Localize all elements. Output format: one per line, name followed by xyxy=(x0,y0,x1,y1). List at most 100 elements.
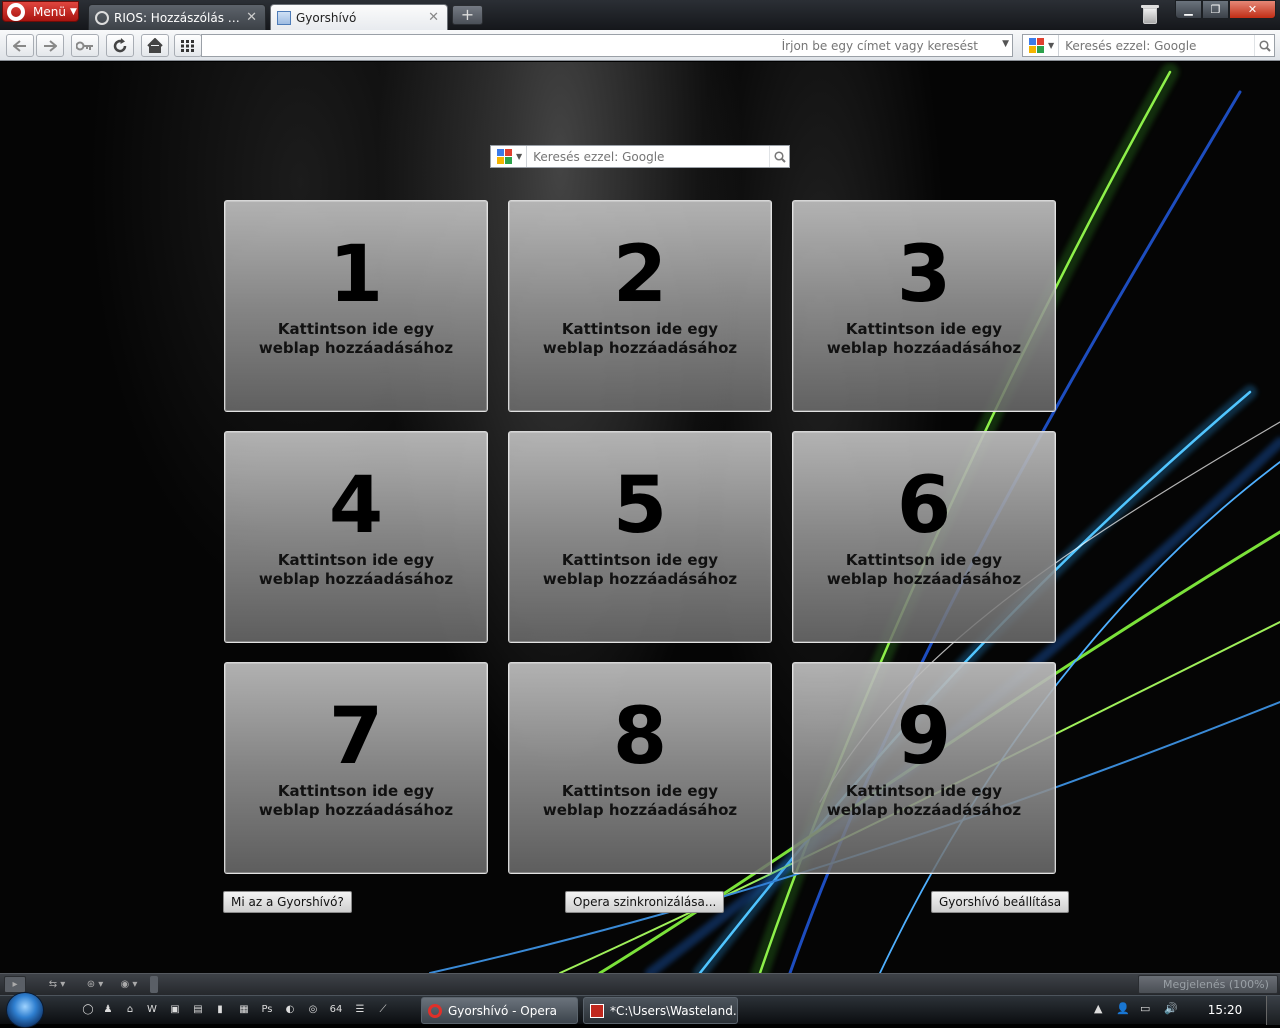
reload-icon xyxy=(113,37,127,52)
trash-icon[interactable] xyxy=(1141,3,1159,25)
tab-rios[interactable]: RIOS: Hozzászólás szer... ✕ xyxy=(88,4,266,30)
app-quicklaunch-icon[interactable]: ▦ xyxy=(236,1002,252,1018)
tab-bar: Menü ▼ RIOS: Hozzászólás szer... ✕ Gyors… xyxy=(0,0,1280,30)
network-user-icon[interactable]: 👤 xyxy=(1116,1002,1130,1015)
app-quicklaunch-icon[interactable]: ⌂ xyxy=(122,1002,138,1018)
google-icon xyxy=(497,148,513,165)
speed-dial-tile-1[interactable]: 1 Kattintson ide egy weblap hozzáadásáho… xyxy=(224,200,488,412)
page-favicon-icon xyxy=(95,10,109,25)
forward-button[interactable] xyxy=(36,34,64,57)
tile-number: 3 xyxy=(896,230,952,320)
speed-dial-tile-8[interactable]: 8 Kattintson ide egy weblap hozzáadásáho… xyxy=(508,662,772,874)
windows-taskbar: ◯ ♟ ⌂ W ▣ ▤ ▮ ▦ Ps ◐ ◎ 64 ☰ ⟋ Gyorshívó … xyxy=(0,992,1280,1028)
search-engine-selector[interactable]: ▼ xyxy=(1023,35,1060,56)
tile-caption: Kattintson ide egy weblap hozzáadásához xyxy=(258,320,454,357)
toolbar-search-input[interactable] xyxy=(1059,35,1254,56)
show-desktop-button[interactable] xyxy=(1266,996,1280,1025)
speed-dial-button[interactable] xyxy=(174,34,202,57)
toolbar-search[interactable]: ▼ xyxy=(1022,34,1275,57)
editor-icon xyxy=(590,1003,604,1018)
tile-caption: Kattintson ide egy weblap hozzáadásához xyxy=(258,551,454,588)
app-quicklaunch-icon[interactable]: ▣ xyxy=(167,1002,183,1018)
chevron-down-icon: ▼ xyxy=(1048,41,1055,50)
opera-logo-icon xyxy=(7,2,25,21)
speed-dial-tile-4[interactable]: 4 Kattintson ide egy weblap hozzáadásáho… xyxy=(224,431,488,643)
speed-dial-tile-5[interactable]: 5 Kattintson ide egy weblap hozzáadásáho… xyxy=(508,431,772,643)
zoom-label: Megjelenés (100%) xyxy=(1163,978,1269,991)
opera-sync-button[interactable]: Opera szinkronizálása... xyxy=(565,891,725,913)
app-quicklaunch-icon[interactable]: ☰ xyxy=(352,1002,368,1018)
photoshop-quicklaunch-icon[interactable]: Ps xyxy=(259,1002,275,1018)
tile-caption: Kattintson ide egy weblap hozzáadásához xyxy=(542,320,738,357)
taskbar-item-editor[interactable]: *C:\Users\Wasteland... xyxy=(583,997,738,1024)
speed-dial-settings-button[interactable]: Gyorshívó beállítása xyxy=(931,891,1070,913)
speed-dial-tile-2[interactable]: 2 Kattintson ide egy weblap hozzáadásáho… xyxy=(508,200,772,412)
chevron-down-icon: ▼ xyxy=(516,152,523,161)
search-icon[interactable] xyxy=(1254,35,1274,56)
opera-quicklaunch-icon[interactable]: ◯ xyxy=(80,1002,96,1018)
tile-number: 2 xyxy=(612,230,668,320)
close-window-button[interactable]: ✕ xyxy=(1229,0,1276,19)
network-icon[interactable]: ▭ xyxy=(1140,1002,1150,1015)
menu-label: Menü xyxy=(33,4,66,19)
search-icon[interactable] xyxy=(769,146,789,167)
home-button[interactable] xyxy=(141,34,169,57)
unite-icon[interactable]: ⊛ ▾ xyxy=(78,976,112,993)
speed-dial-tile-9[interactable]: 9 Kattintson ide egy weblap hozzáadásáho… xyxy=(792,662,1056,874)
tile-caption: Kattintson ide egy weblap hozzáadásához xyxy=(258,782,454,819)
search-engine-selector[interactable]: ▼ xyxy=(491,146,528,167)
minimize-button[interactable]: ▁ xyxy=(1175,0,1202,19)
back-button[interactable] xyxy=(6,34,34,57)
speed-dial-tile-6[interactable]: 6 Kattintson ide egy weblap hozzáadásáho… xyxy=(792,431,1056,643)
app-quicklaunch-icon[interactable]: ⟋ xyxy=(375,1002,391,1018)
tab-speed-dial[interactable]: Gyorshívó ✕ xyxy=(270,4,448,30)
speed-dial-search-input[interactable] xyxy=(527,146,769,167)
google-icon xyxy=(1029,37,1045,54)
chevron-down-icon[interactable]: ▼ xyxy=(1002,39,1009,49)
tile-number: 5 xyxy=(612,461,668,551)
close-tab-icon[interactable]: ✕ xyxy=(428,10,439,25)
turbo-icon[interactable]: ⇆ ▾ xyxy=(40,976,74,993)
start-button[interactable] xyxy=(6,992,44,1028)
app-quicklaunch-icon[interactable]: 64 xyxy=(328,1002,344,1018)
app-quicklaunch-icon[interactable]: ♟ xyxy=(100,1002,116,1018)
restore-button[interactable]: ❐ xyxy=(1202,0,1229,19)
arrow-left-icon xyxy=(13,39,26,52)
clock[interactable]: 15:20 xyxy=(1196,1003,1254,1017)
address-bar[interactable]: ▼ xyxy=(201,34,1013,57)
app-quicklaunch-icon[interactable]: ◎ xyxy=(305,1002,321,1018)
taskbar-item-opera[interactable]: Gyorshívó - Opera xyxy=(421,997,578,1024)
speed-dial-tile-3[interactable]: 3 Kattintson ide egy weblap hozzáadásáho… xyxy=(792,200,1056,412)
tile-caption: Kattintson ide egy weblap hozzáadásához xyxy=(542,551,738,588)
panel-toggle-icon[interactable]: ▸ xyxy=(4,976,26,993)
tile-number: 7 xyxy=(328,692,384,782)
navigation-toolbar: ▼ ▼ xyxy=(0,30,1280,61)
speed-dial-help-button[interactable]: Mi az a Gyorshívó? xyxy=(223,891,352,913)
speed-dial-search[interactable]: ▼ xyxy=(490,145,790,168)
tile-caption: Kattintson ide egy weblap hozzáadásához xyxy=(826,551,1022,588)
tile-number: 8 xyxy=(612,692,668,782)
tile-number: 9 xyxy=(896,692,952,782)
app-quicklaunch-icon[interactable]: ▮ xyxy=(212,1002,228,1018)
link-icon[interactable]: ◉ ▾ xyxy=(112,976,146,993)
app-quicklaunch-icon[interactable]: ▤ xyxy=(190,1002,206,1018)
chevron-down-icon: ▼ xyxy=(69,6,77,17)
word-quicklaunch-icon[interactable]: W xyxy=(144,1002,160,1018)
reload-button[interactable] xyxy=(106,34,134,57)
wand-button[interactable] xyxy=(71,34,99,57)
speed-dial-page: ▼ 1 Kattintson ide egy weblap hozzáadásá… xyxy=(0,62,1280,973)
tile-caption: Kattintson ide egy weblap hozzáadásához xyxy=(826,782,1022,819)
zoom-control[interactable]: Megjelenés (100%) xyxy=(1138,975,1278,994)
speed-dial-tile-7[interactable]: 7 Kattintson ide egy weblap hozzáadásáho… xyxy=(224,662,488,874)
address-input[interactable] xyxy=(202,35,982,56)
tray-expand-icon[interactable]: ▲ xyxy=(1094,1002,1102,1015)
app-quicklaunch-icon[interactable]: ◐ xyxy=(282,1002,298,1018)
tab-label: RIOS: Hozzászólás szer... xyxy=(114,10,241,25)
close-tab-icon[interactable]: ✕ xyxy=(246,10,257,25)
status-divider xyxy=(150,976,158,993)
opera-menu-button[interactable]: Menü ▼ xyxy=(2,1,79,22)
volume-icon[interactable]: 🔊 xyxy=(1164,1002,1178,1015)
arrow-right-icon xyxy=(44,39,57,52)
tab-label: Gyorshívó xyxy=(296,10,357,25)
new-tab-button[interactable]: + xyxy=(452,5,483,25)
